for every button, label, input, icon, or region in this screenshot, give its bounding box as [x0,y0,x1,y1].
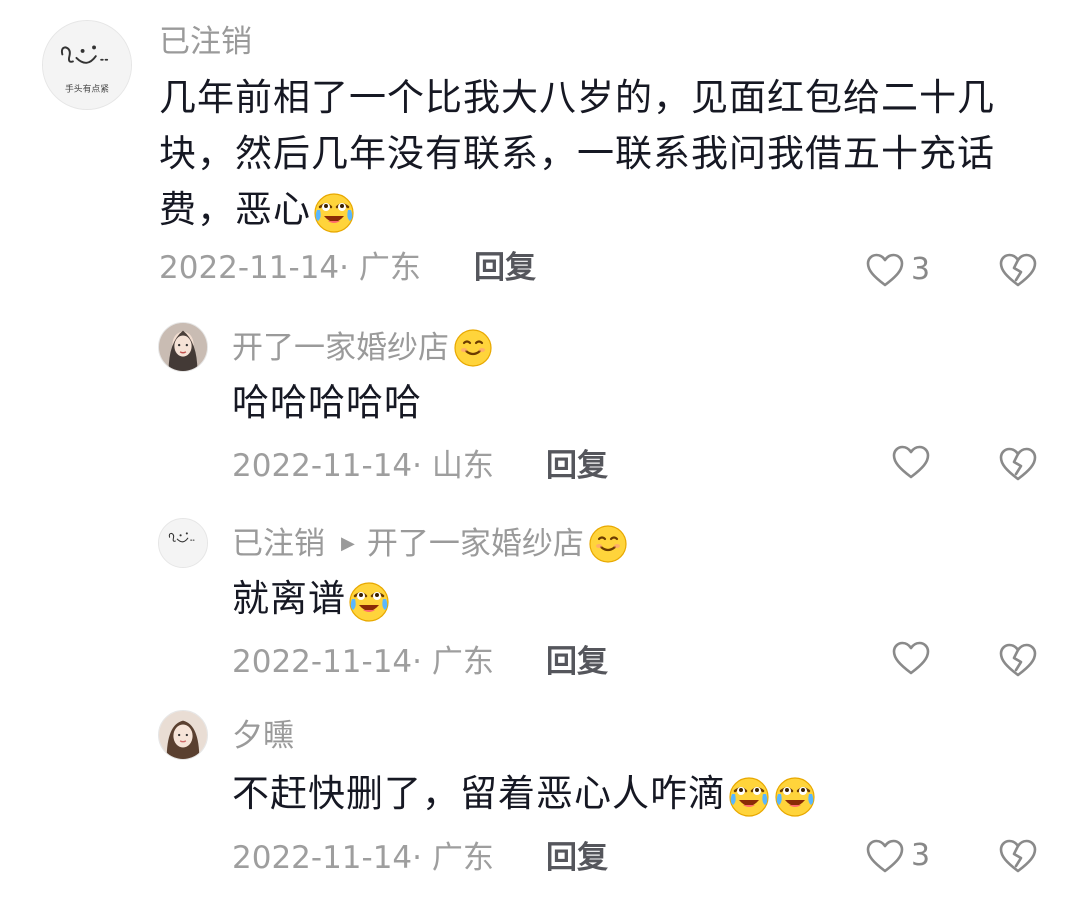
avatar[interactable] [158,322,208,372]
broken-heart-icon [998,642,1038,678]
comment-text-line: 几年前相了一个比我大八岁的，见面红包给二十几 [159,76,995,119]
like-button[interactable] [891,444,937,480]
comment-username[interactable]: 夕曛 [232,716,294,756]
heart-icon [891,640,931,676]
comment-date-location: 2022-11-14· 广东 [232,644,494,680]
broken-heart-icon [998,446,1038,482]
broken-heart-icon [998,252,1038,288]
dislike-button[interactable] [998,642,1038,678]
heart-icon [891,444,931,480]
like-count: 3 [911,252,931,287]
comment-text-line: 费，恶心 [159,182,1039,238]
comment-text-segment: 不赶快删了，留着恶心人咋滴 [232,772,726,815]
comment-text: 哈哈哈哈哈 [232,381,422,424]
comment-username[interactable]: 开了一家婚纱店 [232,328,493,368]
username-text: 开了一家婚纱店 [232,330,449,366]
comment-date-location: 2022-11-14· 广东 [232,840,494,876]
comment-text: 不赶快删了，留着恶心人咋滴 [232,766,818,822]
doodle-avatar-icon: 手头有点紧 [43,21,131,109]
doodle-avatar-icon [159,519,207,567]
crying-laughing-emoji-icon [347,579,391,623]
comment-text: 几年前相了一个比我大八岁的，见面红包给二十几 块，然后几年没有联系，一联系我问我… [159,70,1039,238]
heart-icon [865,838,905,874]
comment-text-line: 块，然后几年没有联系，一联系我问我借五十充话 [159,132,995,175]
reply-button[interactable]: 回复 [546,838,608,878]
crying-laughing-emoji-icon [727,774,771,818]
smiling-face-emoji-icon [453,328,493,368]
dislike-button[interactable] [998,446,1038,482]
like-button[interactable]: 3 [865,250,930,290]
comment-item: 手头有点紧 已注销 几年前相了一个比我大八岁的，见面红包给二十几 块，然后几年没… [0,0,1080,300]
heart-icon [865,252,905,288]
reply-arrow-icon: ▶ [341,533,355,554]
dislike-button[interactable] [998,838,1038,874]
dislike-button[interactable] [998,252,1038,288]
comment-text-segment: 就离谱 [232,577,346,620]
avatar-text: 手头有点紧 [65,82,109,94]
comment-username[interactable]: 已注销 ▶ 开了一家婚纱店 [232,524,628,564]
comment-text-segment: 费，恶心 [159,188,311,231]
like-button[interactable]: 3 [865,836,930,876]
smiling-face-emoji-icon [588,524,628,564]
avatar[interactable] [158,710,208,760]
comment-date-location: 2022-11-14· 山东 [232,448,494,484]
reply-to-username[interactable]: 开了一家婚纱店 [367,524,584,564]
reply-button[interactable]: 回复 [546,446,608,486]
avatar[interactable]: 手头有点紧 [42,20,132,110]
reply-button[interactable]: 回复 [546,642,608,682]
user-photo-icon [159,711,207,759]
like-count: 3 [911,838,931,873]
comment-username[interactable]: 已注销 [159,22,252,62]
crying-laughing-emoji-icon [773,774,817,818]
comment-date-location: 2022-11-14· 广东 [159,250,421,286]
avatar[interactable] [158,518,208,568]
comment-text: 就离谱 [232,571,392,627]
crying-laughing-emoji-icon [312,190,356,234]
username-text: 已注销 [232,526,325,562]
user-photo-icon [159,323,207,371]
reply-button[interactable]: 回复 [474,248,536,288]
broken-heart-icon [998,838,1038,874]
like-button[interactable] [891,640,937,676]
